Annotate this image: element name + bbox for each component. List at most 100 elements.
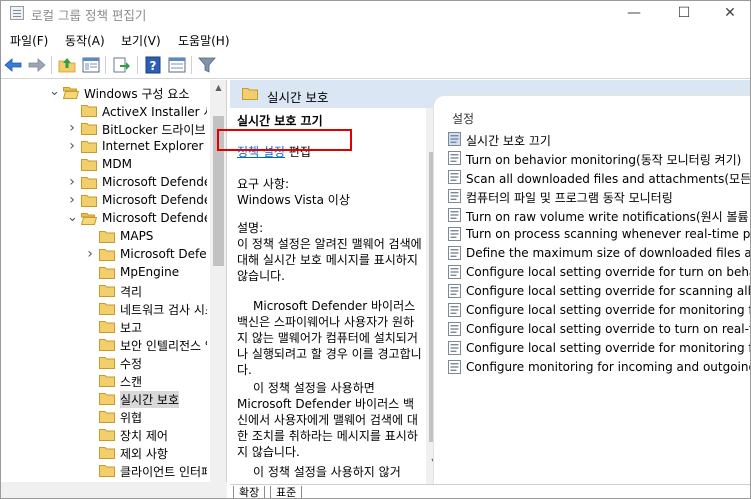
tree-item-label: 스캔 (120, 375, 143, 389)
tree-item[interactable]: 격리 (1, 282, 207, 300)
chevron-right-icon[interactable]: › (67, 193, 77, 207)
tree-item[interactable]: MDM (1, 156, 207, 174)
tree-item[interactable]: MAPS (1, 228, 207, 246)
policy-setting-label: 실시간 보호 끄기 (466, 134, 551, 148)
list-item[interactable]: Configure local setting override for mon… (448, 301, 750, 320)
toolbar: ? (1, 51, 750, 79)
policy-setting-label: Configure local setting override to turn… (466, 322, 750, 336)
chevron-right-icon[interactable]: › (67, 139, 77, 153)
policy-setting-label: Configure local setting override for sca… (466, 284, 750, 298)
policy-setting-label: Define the maximum size of downloaded fi… (466, 246, 750, 260)
tab-extended[interactable]: 확장 (233, 486, 266, 498)
filter-icon[interactable] (197, 55, 217, 75)
folder-icon (81, 140, 97, 153)
chevron-down-icon[interactable]: ⌄ (49, 85, 60, 98)
settings-list[interactable]: 설정 실시간 보호 끄기 Turn on behavior monitoring(… (434, 96, 750, 484)
tree-item[interactable]: 스캔 (1, 372, 207, 390)
tree-pane[interactable]: ⌄ Windows 구성 요소 ActiveX Installer 서비스 › BitL… (1, 80, 227, 484)
description-panel: 실시간 보호 끄기 정책 설정 편집 요구 사항: Windows Vista … (230, 108, 434, 484)
up-folder-icon[interactable] (57, 55, 77, 75)
folder-icon (81, 104, 97, 117)
tab-standard[interactable]: 표준 (270, 486, 303, 498)
open-folder-icon (63, 86, 79, 99)
tree-item[interactable]: ⌄ Microsoft Defender (1, 210, 207, 228)
requirements-value: Windows Vista 이상 (237, 193, 350, 207)
tree-item[interactable]: ActiveX Installer 서비스 (1, 102, 207, 120)
tree-item[interactable]: MpEngine (1, 264, 207, 282)
tree-item[interactable]: 제외 사항 (1, 444, 207, 462)
list-item[interactable]: Configure local setting override for sca… (448, 282, 750, 301)
chevron-down-icon[interactable]: ⌄ (67, 211, 78, 224)
tree-item[interactable]: › Internet Explorer (1, 138, 207, 156)
policy-setting-icon (448, 151, 461, 165)
folder-icon (99, 392, 115, 405)
folder-icon (99, 266, 115, 279)
tree-horizontal-scrollbar[interactable] (1, 482, 227, 498)
tree-item-label: 네트워크 검사 시스템 (120, 303, 207, 317)
folder-icon (99, 302, 115, 315)
list-item[interactable]: 실시간 보호 끄기 (448, 130, 750, 149)
tree-item[interactable]: 장치 제어 (1, 426, 207, 444)
tree-item-label: BitLocker 드라이브 암호화 (102, 123, 207, 137)
policy-setting-label: Scan all downloaded files and attachment… (466, 172, 750, 186)
folder-icon (81, 122, 97, 135)
policy-setting-label: Configure local setting override for tur… (466, 265, 750, 279)
tree-item-label: Windows 구성 요소 (84, 87, 190, 101)
list-item[interactable]: Turn on behavior monitoring(동작 모니터링 켜기) (448, 149, 750, 168)
tree-item[interactable]: › Microsoft Defender (1, 192, 207, 210)
list-item[interactable]: Configure local setting override for tur… (448, 263, 750, 282)
minimize-button[interactable]: — (611, 1, 657, 27)
scroll-up-arrow-icon[interactable]: ▲ (210, 80, 226, 96)
forward-arrow-icon[interactable] (27, 55, 47, 75)
tree-item[interactable]: ⌄ Windows 구성 요소 (1, 84, 207, 102)
close-button[interactable]: ✕ (707, 1, 750, 27)
list-item[interactable]: Configure monitoring for incoming and ou… (448, 358, 750, 377)
menu-action[interactable]: 동작(A) (65, 32, 105, 49)
maximize-button[interactable]: ☐ (661, 1, 707, 27)
folder-icon (99, 410, 115, 423)
tree-item[interactable]: 보안 인텔리전스 업데이트 (1, 336, 207, 354)
folder-icon (99, 428, 115, 441)
tree-item[interactable]: 위협 (1, 408, 207, 426)
folder-icon (81, 176, 97, 189)
menu-view[interactable]: 보기(V) (121, 32, 161, 49)
tree-item[interactable]: › Microsoft Defender (1, 174, 207, 192)
properties-icon[interactable] (167, 55, 187, 75)
tree-item[interactable]: › Microsoft Defender (1, 246, 207, 264)
tree-item[interactable]: 보고 (1, 318, 207, 336)
tree-item[interactable]: 실시간 보호 (1, 390, 207, 408)
list-item[interactable]: Scan all downloaded files and attachment… (448, 168, 750, 187)
list-item[interactable]: Turn on raw volume write notifications(원… (448, 206, 750, 225)
policy-setting-icon (448, 265, 461, 279)
list-item[interactable]: Configure local setting override to turn… (448, 320, 750, 339)
tree-item-label: Microsoft Defender (102, 211, 207, 225)
back-arrow-icon[interactable] (3, 55, 23, 75)
tree-item[interactable]: 네트워크 검사 시스템 (1, 300, 207, 318)
chevron-right-icon[interactable]: › (67, 121, 77, 135)
menu-file[interactable]: 파일(F) (10, 32, 48, 49)
policy-setting-icon (448, 341, 461, 355)
list-item[interactable]: Define the maximum size of downloaded fi… (448, 244, 750, 263)
list-item[interactable]: 컴퓨터의 파일 및 프로그램 동작 모니터링 (448, 187, 750, 206)
chevron-right-icon[interactable]: › (85, 247, 95, 261)
menu-help[interactable]: 도움말(H) (178, 32, 230, 49)
app-window: 로컬 그룹 정책 편집기 — ☐ ✕ 파일(F) 동작(A) 보기(V) 도움말… (0, 0, 751, 499)
description-paragraph-3: 이 정책 설정을 사용하면 Microsoft Defender 바이러스 백신… (237, 381, 418, 459)
policy-setting-icon (448, 360, 461, 374)
folder-icon (99, 284, 115, 297)
show-hide-tree-icon[interactable] (81, 55, 101, 75)
chevron-right-icon[interactable]: › (67, 175, 77, 189)
list-item[interactable]: Configure local setting override for mon… (448, 339, 750, 358)
policy-setting-label: Turn on process scanning whenever real-t… (466, 227, 750, 241)
list-item[interactable]: Turn on process scanning whenever real-t… (448, 225, 750, 244)
tree-item[interactable]: › BitLocker 드라이브 암호화 (1, 120, 207, 138)
tree-item[interactable]: 클라이언트 인터페이스 (1, 462, 207, 480)
help-icon[interactable]: ? (143, 55, 163, 75)
title-bar[interactable]: 로컬 그룹 정책 편집기 — ☐ ✕ (1, 1, 750, 27)
tree-item-label: 실시간 보호 (120, 391, 180, 408)
description-paragraph-2: Microsoft Defender 바이러스 백신은 스파이웨어나 사용자가 … (237, 299, 422, 377)
export-list-icon[interactable] (111, 55, 131, 75)
tree-item[interactable]: 수정 (1, 354, 207, 372)
settings-column-header[interactable]: 설정 (452, 110, 474, 127)
policy-setting-icon (448, 208, 461, 222)
